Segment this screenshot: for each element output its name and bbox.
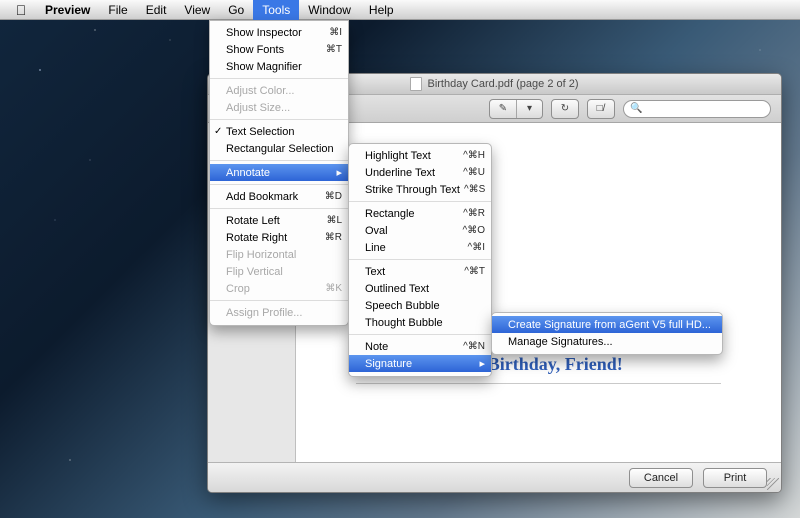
submenu-arrow-icon: ▸	[336, 166, 342, 179]
menu-adjust-color: Adjust Color...	[210, 82, 348, 99]
rotate-icon: ↻	[561, 103, 569, 114]
menu-separator	[210, 208, 348, 209]
document-icon	[410, 77, 422, 91]
annotate-submenu: Highlight Text^⌘H Underline Text^⌘U Stri…	[348, 143, 492, 377]
toolbar-markup-group: □/	[587, 99, 615, 119]
menu-edit[interactable]: Edit	[137, 0, 176, 20]
menu-separator	[210, 300, 348, 301]
menu-strike-text[interactable]: Strike Through Text^⌘S	[349, 181, 491, 198]
menu-flip-horizontal: Flip Horizontal	[210, 246, 348, 263]
menu-line[interactable]: Line^⌘I	[349, 239, 491, 256]
menu-outlined-text[interactable]: Outlined Text	[349, 280, 491, 297]
menu-speech-bubble[interactable]: Speech Bubble	[349, 297, 491, 314]
window-footer: Cancel Print	[208, 462, 781, 492]
edit-dropdown-button[interactable]: ▾	[516, 100, 542, 118]
search-icon: 🔍	[630, 103, 642, 114]
resize-handle[interactable]	[767, 478, 779, 490]
menu-adjust-size: Adjust Size...	[210, 99, 348, 116]
menu-signature[interactable]: Signature▸	[349, 355, 491, 372]
menu-go[interactable]: Go	[219, 0, 253, 20]
rotate-button[interactable]: ↻	[552, 100, 578, 118]
submenu-arrow-icon: ▸	[479, 357, 485, 370]
markup-icon: □/	[597, 103, 606, 114]
menu-rect-selection[interactable]: Rectangular Selection	[210, 140, 348, 157]
menu-help[interactable]: Help	[360, 0, 403, 20]
toolbar-edit-group: ✎ ▾	[489, 99, 543, 119]
menu-oval[interactable]: Oval^⌘O	[349, 222, 491, 239]
edit-pencil-button[interactable]: ✎	[490, 100, 516, 118]
menu-text[interactable]: Text^⌘T	[349, 263, 491, 280]
menubar-app-name[interactable]: Preview	[36, 0, 99, 20]
menu-separator	[349, 259, 491, 260]
window-title: Birthday Card.pdf (page 2 of 2)	[427, 78, 578, 90]
menu-note[interactable]: Note^⌘N	[349, 338, 491, 355]
search-field[interactable]: 🔍	[623, 100, 771, 118]
signature-submenu: Create Signature from aGent V5 full HD..…	[491, 312, 723, 355]
menu-underline-text[interactable]: Underline Text^⌘U	[349, 164, 491, 181]
menu-rectangle[interactable]: Rectangle^⌘R	[349, 205, 491, 222]
menu-thought-bubble[interactable]: Thought Bubble	[349, 314, 491, 331]
menu-separator	[210, 160, 348, 161]
document-divider	[356, 383, 721, 384]
menu-flip-vertical: Flip Vertical	[210, 263, 348, 280]
menu-show-fonts[interactable]: Show Fonts⌘T	[210, 41, 348, 58]
menu-show-inspector[interactable]: Show Inspector⌘I	[210, 24, 348, 41]
menu-separator	[210, 119, 348, 120]
menu-crop: Crop⌘K	[210, 280, 348, 297]
menu-annotate[interactable]: Annotate▸	[210, 164, 348, 181]
menu-separator	[349, 201, 491, 202]
tools-dropdown: Show Inspector⌘I Show Fonts⌘T Show Magni…	[209, 20, 349, 326]
menu-rotate-left[interactable]: Rotate Left⌘L	[210, 212, 348, 229]
menu-separator	[210, 184, 348, 185]
menu-file[interactable]: File	[99, 0, 136, 20]
print-button[interactable]: Print	[703, 468, 767, 488]
pencil-icon: ✎	[499, 103, 507, 114]
menu-view[interactable]: View	[175, 0, 219, 20]
menu-tools[interactable]: Tools	[253, 0, 299, 20]
toolbar-rotate-group: ↻	[551, 99, 579, 119]
menu-window[interactable]: Window	[299, 0, 360, 20]
desktop:  Preview File Edit View Go Tools Window…	[0, 0, 800, 518]
markup-toggle-button[interactable]: □/	[588, 100, 614, 118]
menu-assign-profile: Assign Profile...	[210, 304, 348, 321]
menu-text-selection[interactable]: ✓ Text Selection	[210, 123, 348, 140]
menu-rotate-right[interactable]: Rotate Right⌘R	[210, 229, 348, 246]
checkmark-icon: ✓	[214, 123, 222, 140]
menu-add-bookmark[interactable]: Add Bookmark⌘D	[210, 188, 348, 205]
menu-show-magnifier[interactable]: Show Magnifier	[210, 58, 348, 75]
menu-create-signature[interactable]: Create Signature from aGent V5 full HD..…	[492, 316, 722, 333]
menu-manage-signatures[interactable]: Manage Signatures...	[492, 333, 722, 350]
chevron-down-icon: ▾	[527, 103, 532, 114]
menubar:  Preview File Edit View Go Tools Window…	[0, 0, 800, 20]
apple-menu[interactable]: 	[12, 0, 30, 20]
menu-highlight-text[interactable]: Highlight Text^⌘H	[349, 147, 491, 164]
cancel-button[interactable]: Cancel	[629, 468, 693, 488]
menu-separator	[210, 78, 348, 79]
menu-separator	[349, 334, 491, 335]
